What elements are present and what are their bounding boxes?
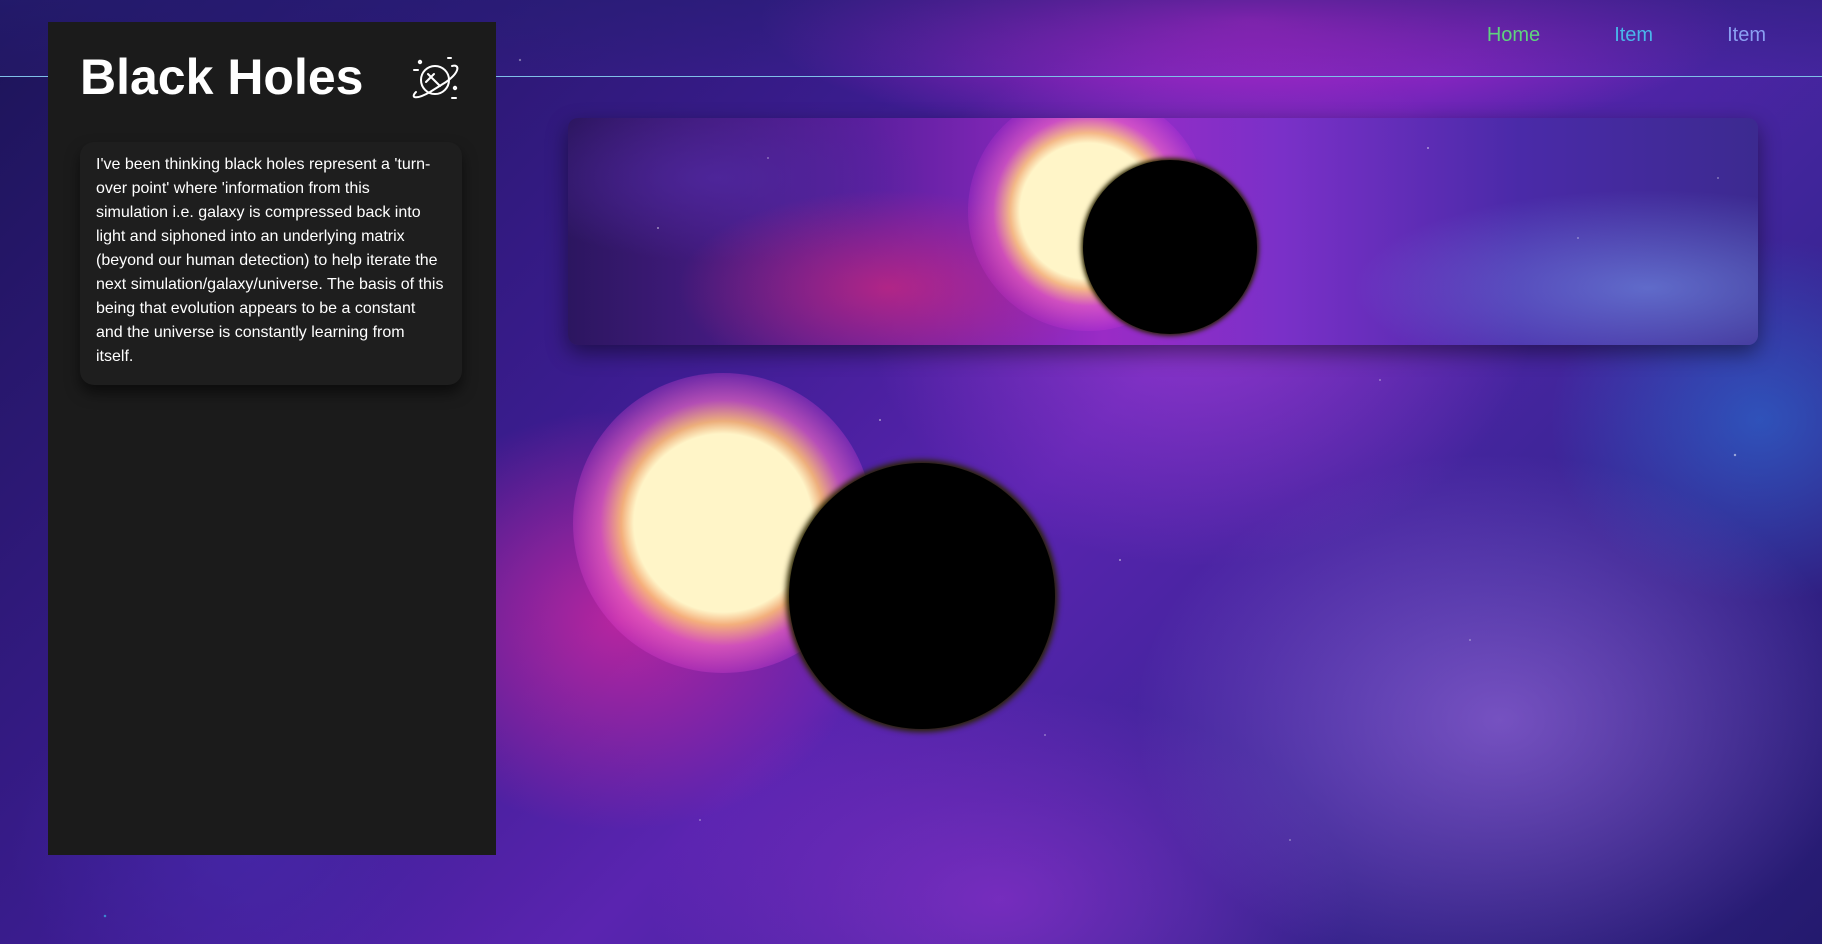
top-nav: Home Item Item — [1487, 24, 1766, 47]
quote-card: I've been thinking black holes represent… — [80, 142, 462, 385]
page-title: Black Holes — [80, 49, 364, 105]
nav-item-link-2[interactable]: Item — [1727, 24, 1766, 47]
nav-item-link[interactable]: Item — [1614, 24, 1653, 47]
planet-icon — [408, 52, 462, 106]
quote-text: I've been thinking black holes represent… — [96, 156, 444, 365]
page: Home Item Item Black Holes I've been thi… — [0, 0, 1822, 944]
banner-image — [568, 118, 1758, 345]
sidebar: Black Holes I've been thinking black hol… — [48, 22, 496, 855]
banner-black-hole — [1083, 160, 1257, 334]
nav-home-link[interactable]: Home — [1487, 24, 1540, 47]
black-hole-image — [789, 463, 1055, 729]
